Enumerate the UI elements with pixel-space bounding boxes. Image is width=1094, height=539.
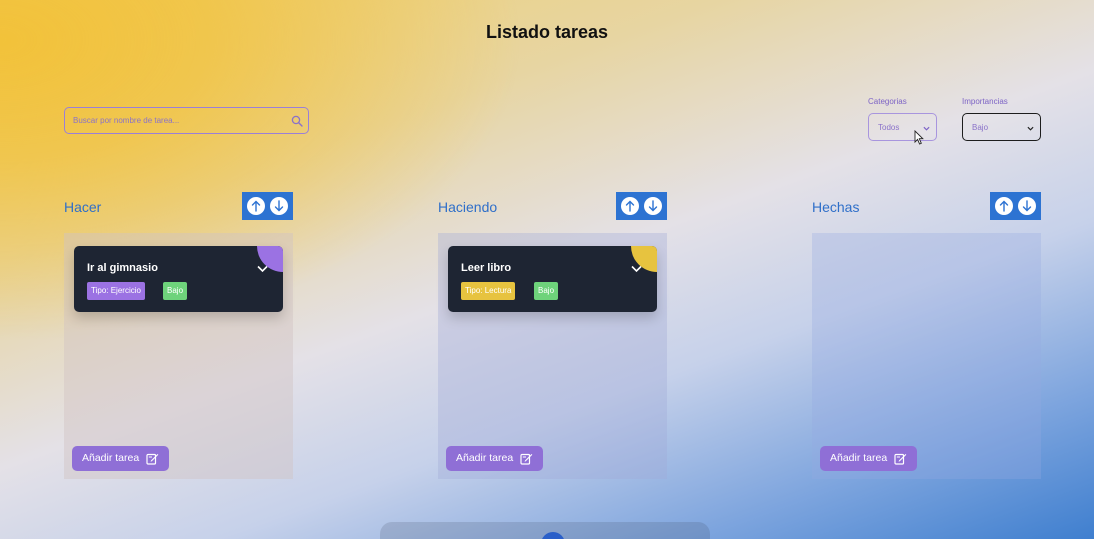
arrow-down-icon xyxy=(648,200,658,212)
sort-down-button[interactable] xyxy=(644,197,662,215)
chevron-down-icon[interactable] xyxy=(257,265,268,273)
add-task-label: Añadir tarea xyxy=(456,452,514,464)
column-title-haciendo: Haciendo xyxy=(438,199,498,215)
sort-controls xyxy=(990,192,1041,220)
add-task-button[interactable]: Añadir tarea xyxy=(72,446,170,471)
task-type-badge: Tipo: Lectura xyxy=(461,282,516,300)
add-task-label: Añadir tarea xyxy=(82,452,140,464)
column-title-hechas: Hechas xyxy=(812,199,860,215)
edit-note-icon xyxy=(894,453,907,465)
sort-up-button[interactable] xyxy=(621,197,639,215)
category-selected-value: Todos xyxy=(878,123,900,132)
sort-controls xyxy=(242,192,293,220)
sort-up-button[interactable] xyxy=(247,197,265,215)
search-icon[interactable] xyxy=(291,115,303,127)
dock-active-indicator[interactable] xyxy=(541,532,565,539)
importance-select[interactable]: Bajo xyxy=(962,113,1041,141)
arrow-down-icon xyxy=(274,200,284,212)
bottom-dock xyxy=(380,522,710,539)
importance-filter: Importancias Bajo xyxy=(962,97,1041,141)
add-task-button[interactable]: Añadir tarea xyxy=(446,446,544,471)
column-panel-hechas: Añadir tarea xyxy=(812,233,1041,479)
category-filter-label: Categorias xyxy=(868,97,907,106)
task-name: Leer libro xyxy=(461,262,512,274)
sort-down-button[interactable] xyxy=(270,197,288,215)
chevron-down-icon[interactable] xyxy=(631,265,642,273)
category-select[interactable]: Todos xyxy=(868,113,937,141)
importance-filter-label: Importancias xyxy=(962,97,1008,106)
task-card[interactable]: Ir al gimnasio Tipo: Ejercicio Bajo xyxy=(74,246,283,312)
edit-note-icon xyxy=(146,453,159,465)
column-panel-hacer: Ir al gimnasio Tipo: Ejercicio Bajo Añad… xyxy=(64,233,293,479)
task-name: Ir al gimnasio xyxy=(87,262,158,274)
category-filter: Categorias Todos xyxy=(868,97,937,141)
chevron-down-icon xyxy=(923,126,930,131)
importance-selected-value: Bajo xyxy=(972,123,989,132)
page-title: Listado tareas xyxy=(485,22,609,42)
task-level-badge: Bajo xyxy=(534,282,559,300)
task-level-badge: Bajo xyxy=(163,282,188,300)
task-card[interactable]: Leer libro Tipo: Lectura Bajo xyxy=(448,246,657,312)
sort-down-button[interactable] xyxy=(1018,197,1036,215)
sort-controls xyxy=(616,192,667,220)
search-box xyxy=(64,107,309,134)
column-panel-haciendo: Leer libro Tipo: Lectura Bajo Añadir tar… xyxy=(438,233,667,479)
sort-up-button[interactable] xyxy=(995,197,1013,215)
add-task-label: Añadir tarea xyxy=(830,452,888,464)
search-input[interactable] xyxy=(65,108,308,133)
task-type-badge: Tipo: Ejercicio xyxy=(87,282,145,300)
mouse-cursor-icon xyxy=(914,130,924,145)
arrow-up-icon xyxy=(625,200,635,212)
arrow-down-icon xyxy=(1022,200,1032,212)
edit-note-icon xyxy=(520,453,533,465)
arrow-up-icon xyxy=(999,200,1009,212)
column-title-hacer: Hacer xyxy=(64,199,102,215)
add-task-button[interactable]: Añadir tarea xyxy=(820,446,918,471)
arrow-up-icon xyxy=(251,200,261,212)
chevron-down-icon xyxy=(1027,126,1034,131)
